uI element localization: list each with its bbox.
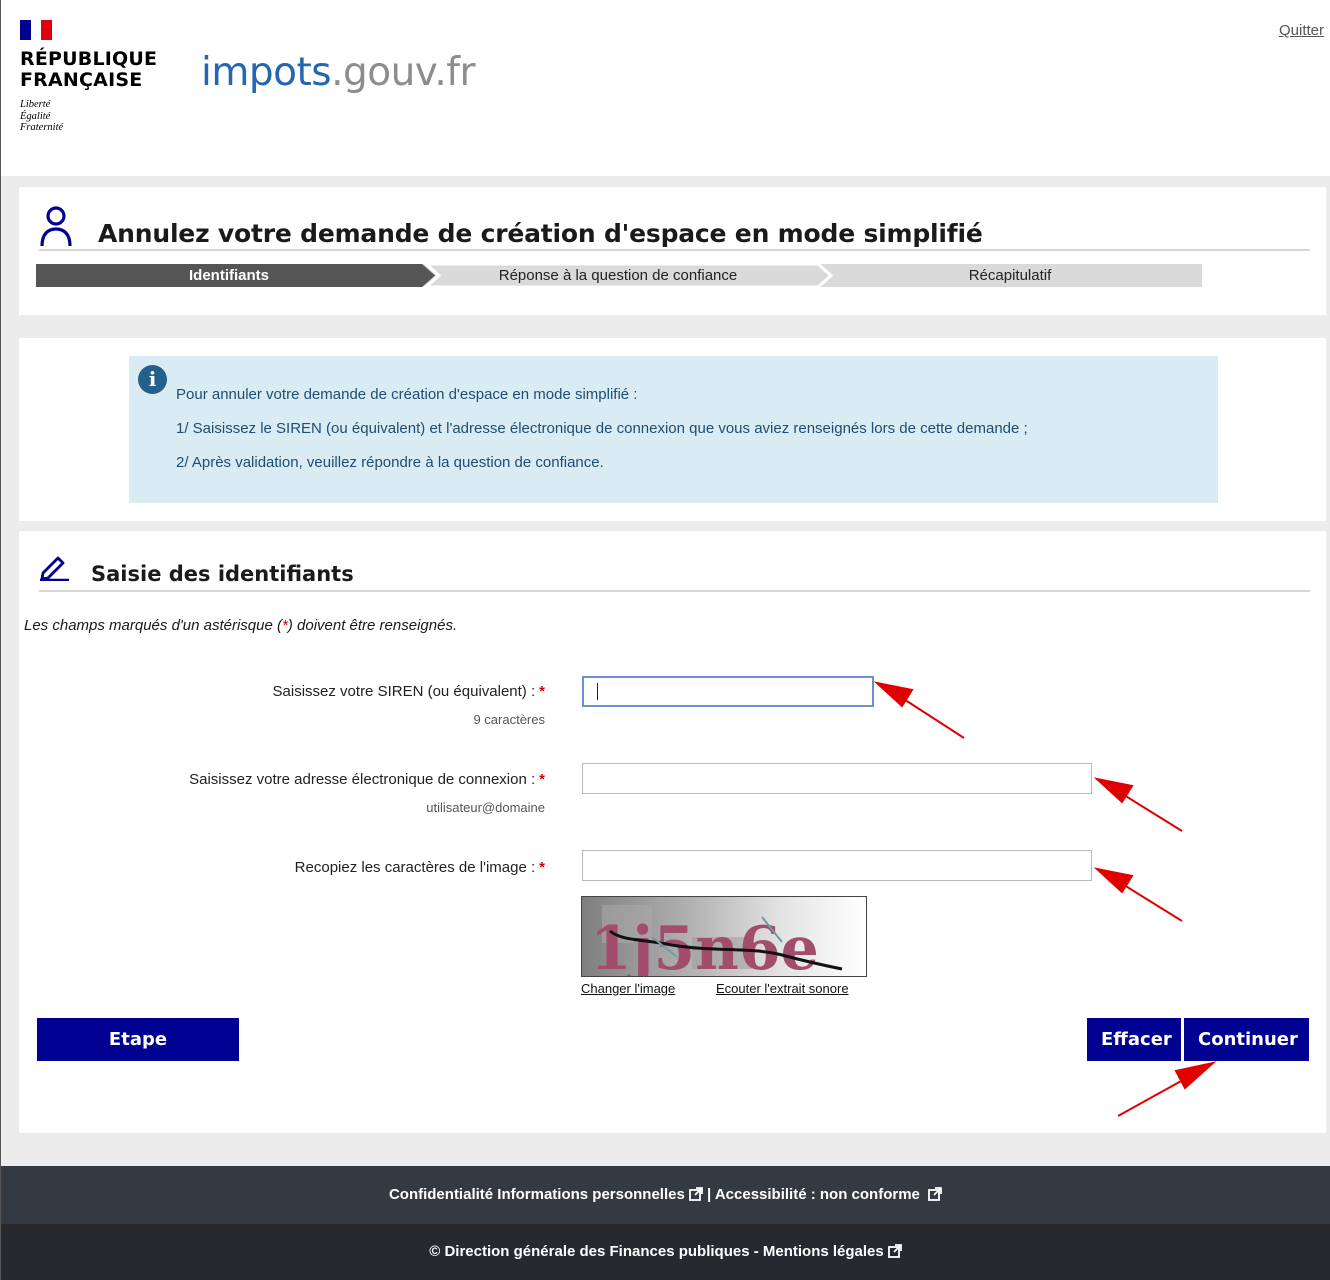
accessibility-link-text: Accessibilité : non conforme [714, 1186, 920, 1203]
user-icon [40, 206, 72, 247]
site-header: RÉPUBLIQUE FRANÇAISE Liberté Égalité Fra… [1, 0, 1330, 176]
marianne-line2: FRANÇAISE [20, 69, 143, 91]
listen-audio-link[interactable]: Ecouter l'extrait sonore [716, 981, 849, 996]
external-link-icon [887, 1244, 902, 1258]
captcha-image: 1j5n6e [581, 896, 867, 977]
info-box: i Pour annuler votre demande de création… [129, 356, 1218, 503]
email-hint: utilisateur@domaine [426, 800, 545, 815]
section-title: Saisie des identifiants [91, 562, 354, 586]
impots-gouv-logo[interactable]: impots.gouv.fr [201, 50, 476, 95]
info-panel: i Pour annuler votre demande de création… [19, 338, 1326, 521]
captcha-label-text: Recopiez les caractères de l'image : [294, 859, 536, 876]
captcha-input[interactable] [582, 850, 1092, 881]
previous-step-button[interactable]: Etape précédente [37, 1018, 239, 1093]
form-panel: Saisie des identifiants Les champs marqu… [19, 531, 1326, 1133]
required-star: * [539, 859, 545, 876]
step-recapitulatif: Récapitulatif [968, 267, 1052, 284]
devise-fraternite: Fraternité [20, 122, 64, 133]
republique-francaise-logo: RÉPUBLIQUE FRANÇAISE [20, 49, 157, 91]
site-logo-main: impots [201, 50, 332, 95]
accessibility-link[interactable]: Accessibilité : non conforme [715, 1186, 942, 1203]
siren-label-text: Saisissez votre SIREN (ou équivalent) : [272, 683, 536, 700]
title-panel: Annulez votre demande de création d'espa… [19, 187, 1326, 315]
email-input[interactable] [582, 763, 1092, 794]
site-logo-suffix: .gouv.fr [331, 50, 476, 95]
required-star: * [539, 771, 545, 788]
email-label-text: Saisissez votre adresse électronique de … [189, 771, 536, 788]
siren-label: Saisissez votre SIREN (ou équivalent) : * [273, 683, 545, 700]
marianne-line1: RÉPUBLIQUE [20, 48, 158, 70]
continue-button[interactable]: Continuer [1184, 1018, 1309, 1061]
change-image-link[interactable]: Changer l'image [581, 981, 675, 996]
section-header: Saisie des identifiants [39, 545, 1310, 592]
clear-button[interactable]: Effacer [1087, 1018, 1181, 1061]
legal-link-text: Mentions légales [762, 1243, 884, 1260]
privacy-link[interactable]: Confidentialité Informations personnelle… [389, 1186, 703, 1203]
mandatory-note: Les champs marqués d'un astérisque (*) d… [24, 617, 457, 634]
required-star: * [539, 683, 545, 700]
privacy-link-text: Confidentialité Informations personnelle… [388, 1186, 685, 1203]
devise-liberte: Liberté [20, 99, 51, 110]
mandatory-note-before: Les champs marqués d'un astérisque ( [24, 617, 282, 634]
siren-input[interactable] [582, 676, 874, 707]
external-link-icon [688, 1187, 703, 1201]
info-line-1: Pour annuler votre demande de création d… [176, 386, 638, 403]
legal-link[interactable]: Mentions légales [763, 1243, 902, 1260]
info-line-2: 1/ Saisissez le SIREN (ou équivalent) et… [176, 420, 1028, 437]
captcha-label: Recopiez les caractères de l'image : * [295, 859, 545, 876]
step-question-confiance: Réponse à la question de confiance [498, 267, 738, 284]
french-flag-logo [20, 20, 53, 40]
footer-links: Confidentialité Informations personnelle… [1, 1166, 1330, 1224]
page-title: Annulez votre demande de création d'espa… [98, 219, 983, 248]
info-icon: i [138, 365, 167, 394]
page-title-row: Annulez votre demande de création d'espa… [39, 205, 1310, 251]
step-identifiants: Identifiants [188, 267, 269, 284]
footer-copyright: © Direction générale des Finances publiq… [1, 1224, 1330, 1280]
text-cursor [597, 683, 598, 700]
captcha-graphic: 1j5n6e [590, 905, 843, 977]
siren-hint: 9 caractères [473, 712, 545, 727]
captcha-text: 1j5n6e [590, 914, 819, 977]
external-link-icon [928, 1187, 942, 1201]
mandatory-note-after: ) doivent être renseignés. [287, 617, 458, 634]
quit-link[interactable]: Quitter [1279, 22, 1324, 39]
pencil-icon [40, 556, 69, 581]
devise: Liberté Égalité Fraternité [20, 99, 63, 134]
copyright-text: © Direction générale des Finances publiq… [429, 1243, 759, 1260]
footer-separator: | [707, 1186, 712, 1203]
devise-egalite: Égalité [20, 110, 51, 122]
email-label: Saisissez votre adresse électronique de … [189, 771, 545, 788]
info-line-3: 2/ Après validation, veuillez répondre à… [176, 454, 604, 471]
